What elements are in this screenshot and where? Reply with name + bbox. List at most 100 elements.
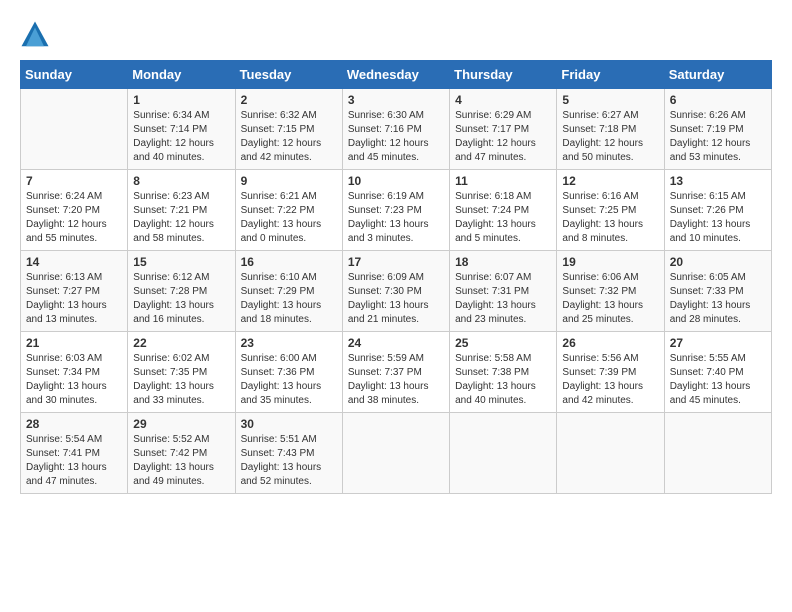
day-number: 29 xyxy=(133,417,229,431)
header-cell-tuesday: Tuesday xyxy=(235,61,342,89)
day-info: Sunrise: 5:51 AMSunset: 7:43 PMDaylight:… xyxy=(241,434,322,487)
day-info: Sunrise: 5:59 AMSunset: 7:37 PMDaylight:… xyxy=(348,353,429,406)
day-info: Sunrise: 6:16 AMSunset: 7:25 PMDaylight:… xyxy=(562,191,643,244)
day-number: 25 xyxy=(455,336,551,350)
day-number: 4 xyxy=(455,93,551,107)
day-number: 5 xyxy=(562,93,658,107)
day-info: Sunrise: 5:52 AMSunset: 7:42 PMDaylight:… xyxy=(133,434,214,487)
header-cell-saturday: Saturday xyxy=(664,61,771,89)
calendar-cell: 15 Sunrise: 6:12 AMSunset: 7:28 PMDaylig… xyxy=(128,251,235,332)
calendar-cell xyxy=(342,413,449,494)
day-info: Sunrise: 6:32 AMSunset: 7:15 PMDaylight:… xyxy=(241,110,322,163)
day-info: Sunrise: 6:29 AMSunset: 7:17 PMDaylight:… xyxy=(455,110,536,163)
header-cell-monday: Monday xyxy=(128,61,235,89)
calendar-week-row: 1 Sunrise: 6:34 AMSunset: 7:14 PMDayligh… xyxy=(21,89,772,170)
day-info: Sunrise: 6:26 AMSunset: 7:19 PMDaylight:… xyxy=(670,110,751,163)
day-number: 24 xyxy=(348,336,444,350)
calendar-cell: 3 Sunrise: 6:30 AMSunset: 7:16 PMDayligh… xyxy=(342,89,449,170)
calendar-cell: 2 Sunrise: 6:32 AMSunset: 7:15 PMDayligh… xyxy=(235,89,342,170)
day-number: 22 xyxy=(133,336,229,350)
calendar-body: 1 Sunrise: 6:34 AMSunset: 7:14 PMDayligh… xyxy=(21,89,772,494)
calendar-week-row: 28 Sunrise: 5:54 AMSunset: 7:41 PMDaylig… xyxy=(21,413,772,494)
day-info: Sunrise: 6:12 AMSunset: 7:28 PMDaylight:… xyxy=(133,272,214,325)
calendar-cell xyxy=(664,413,771,494)
day-info: Sunrise: 6:09 AMSunset: 7:30 PMDaylight:… xyxy=(348,272,429,325)
day-info: Sunrise: 6:18 AMSunset: 7:24 PMDaylight:… xyxy=(455,191,536,244)
day-info: Sunrise: 6:02 AMSunset: 7:35 PMDaylight:… xyxy=(133,353,214,406)
day-number: 2 xyxy=(241,93,337,107)
day-number: 13 xyxy=(670,174,766,188)
day-info: Sunrise: 6:00 AMSunset: 7:36 PMDaylight:… xyxy=(241,353,322,406)
header-cell-wednesday: Wednesday xyxy=(342,61,449,89)
day-info: Sunrise: 6:27 AMSunset: 7:18 PMDaylight:… xyxy=(562,110,643,163)
day-number: 12 xyxy=(562,174,658,188)
day-info: Sunrise: 6:24 AMSunset: 7:20 PMDaylight:… xyxy=(26,191,107,244)
calendar-cell xyxy=(21,89,128,170)
day-info: Sunrise: 5:58 AMSunset: 7:38 PMDaylight:… xyxy=(455,353,536,406)
day-number: 9 xyxy=(241,174,337,188)
day-info: Sunrise: 6:13 AMSunset: 7:27 PMDaylight:… xyxy=(26,272,107,325)
day-number: 23 xyxy=(241,336,337,350)
calendar-cell: 12 Sunrise: 6:16 AMSunset: 7:25 PMDaylig… xyxy=(557,170,664,251)
day-info: Sunrise: 6:19 AMSunset: 7:23 PMDaylight:… xyxy=(348,191,429,244)
calendar-cell: 23 Sunrise: 6:00 AMSunset: 7:36 PMDaylig… xyxy=(235,332,342,413)
header-cell-thursday: Thursday xyxy=(450,61,557,89)
calendar-cell: 30 Sunrise: 5:51 AMSunset: 7:43 PMDaylig… xyxy=(235,413,342,494)
day-number: 19 xyxy=(562,255,658,269)
calendar-cell: 21 Sunrise: 6:03 AMSunset: 7:34 PMDaylig… xyxy=(21,332,128,413)
day-number: 15 xyxy=(133,255,229,269)
logo-icon xyxy=(20,20,50,50)
calendar-cell: 1 Sunrise: 6:34 AMSunset: 7:14 PMDayligh… xyxy=(128,89,235,170)
calendar-cell: 19 Sunrise: 6:06 AMSunset: 7:32 PMDaylig… xyxy=(557,251,664,332)
calendar-cell: 24 Sunrise: 5:59 AMSunset: 7:37 PMDaylig… xyxy=(342,332,449,413)
day-info: Sunrise: 6:30 AMSunset: 7:16 PMDaylight:… xyxy=(348,110,429,163)
day-info: Sunrise: 6:21 AMSunset: 7:22 PMDaylight:… xyxy=(241,191,322,244)
day-number: 8 xyxy=(133,174,229,188)
day-info: Sunrise: 6:23 AMSunset: 7:21 PMDaylight:… xyxy=(133,191,214,244)
calendar-cell: 16 Sunrise: 6:10 AMSunset: 7:29 PMDaylig… xyxy=(235,251,342,332)
day-number: 18 xyxy=(455,255,551,269)
calendar-cell xyxy=(557,413,664,494)
day-number: 26 xyxy=(562,336,658,350)
calendar-cell xyxy=(450,413,557,494)
day-info: Sunrise: 6:34 AMSunset: 7:14 PMDaylight:… xyxy=(133,110,214,163)
calendar-cell: 22 Sunrise: 6:02 AMSunset: 7:35 PMDaylig… xyxy=(128,332,235,413)
day-number: 6 xyxy=(670,93,766,107)
day-number: 30 xyxy=(241,417,337,431)
header-row: SundayMondayTuesdayWednesdayThursdayFrid… xyxy=(21,61,772,89)
calendar-cell: 6 Sunrise: 6:26 AMSunset: 7:19 PMDayligh… xyxy=(664,89,771,170)
day-info: Sunrise: 6:10 AMSunset: 7:29 PMDaylight:… xyxy=(241,272,322,325)
header-cell-friday: Friday xyxy=(557,61,664,89)
calendar-cell: 10 Sunrise: 6:19 AMSunset: 7:23 PMDaylig… xyxy=(342,170,449,251)
calendar-cell: 13 Sunrise: 6:15 AMSunset: 7:26 PMDaylig… xyxy=(664,170,771,251)
day-number: 28 xyxy=(26,417,122,431)
calendar-cell: 9 Sunrise: 6:21 AMSunset: 7:22 PMDayligh… xyxy=(235,170,342,251)
header-cell-sunday: Sunday xyxy=(21,61,128,89)
day-info: Sunrise: 5:54 AMSunset: 7:41 PMDaylight:… xyxy=(26,434,107,487)
day-number: 10 xyxy=(348,174,444,188)
day-info: Sunrise: 6:05 AMSunset: 7:33 PMDaylight:… xyxy=(670,272,751,325)
calendar-week-row: 21 Sunrise: 6:03 AMSunset: 7:34 PMDaylig… xyxy=(21,332,772,413)
day-number: 7 xyxy=(26,174,122,188)
calendar-cell: 20 Sunrise: 6:05 AMSunset: 7:33 PMDaylig… xyxy=(664,251,771,332)
day-number: 1 xyxy=(133,93,229,107)
calendar-cell: 29 Sunrise: 5:52 AMSunset: 7:42 PMDaylig… xyxy=(128,413,235,494)
calendar-cell: 18 Sunrise: 6:07 AMSunset: 7:31 PMDaylig… xyxy=(450,251,557,332)
day-info: Sunrise: 6:07 AMSunset: 7:31 PMDaylight:… xyxy=(455,272,536,325)
day-number: 11 xyxy=(455,174,551,188)
day-info: Sunrise: 5:56 AMSunset: 7:39 PMDaylight:… xyxy=(562,353,643,406)
page-header xyxy=(20,20,772,50)
calendar-cell: 11 Sunrise: 6:18 AMSunset: 7:24 PMDaylig… xyxy=(450,170,557,251)
day-info: Sunrise: 6:06 AMSunset: 7:32 PMDaylight:… xyxy=(562,272,643,325)
calendar-cell: 4 Sunrise: 6:29 AMSunset: 7:17 PMDayligh… xyxy=(450,89,557,170)
calendar-table: SundayMondayTuesdayWednesdayThursdayFrid… xyxy=(20,60,772,494)
day-info: Sunrise: 5:55 AMSunset: 7:40 PMDaylight:… xyxy=(670,353,751,406)
day-number: 16 xyxy=(241,255,337,269)
day-number: 14 xyxy=(26,255,122,269)
calendar-header: SundayMondayTuesdayWednesdayThursdayFrid… xyxy=(21,61,772,89)
calendar-cell: 28 Sunrise: 5:54 AMSunset: 7:41 PMDaylig… xyxy=(21,413,128,494)
day-number: 3 xyxy=(348,93,444,107)
day-number: 27 xyxy=(670,336,766,350)
calendar-cell: 26 Sunrise: 5:56 AMSunset: 7:39 PMDaylig… xyxy=(557,332,664,413)
calendar-cell: 25 Sunrise: 5:58 AMSunset: 7:38 PMDaylig… xyxy=(450,332,557,413)
